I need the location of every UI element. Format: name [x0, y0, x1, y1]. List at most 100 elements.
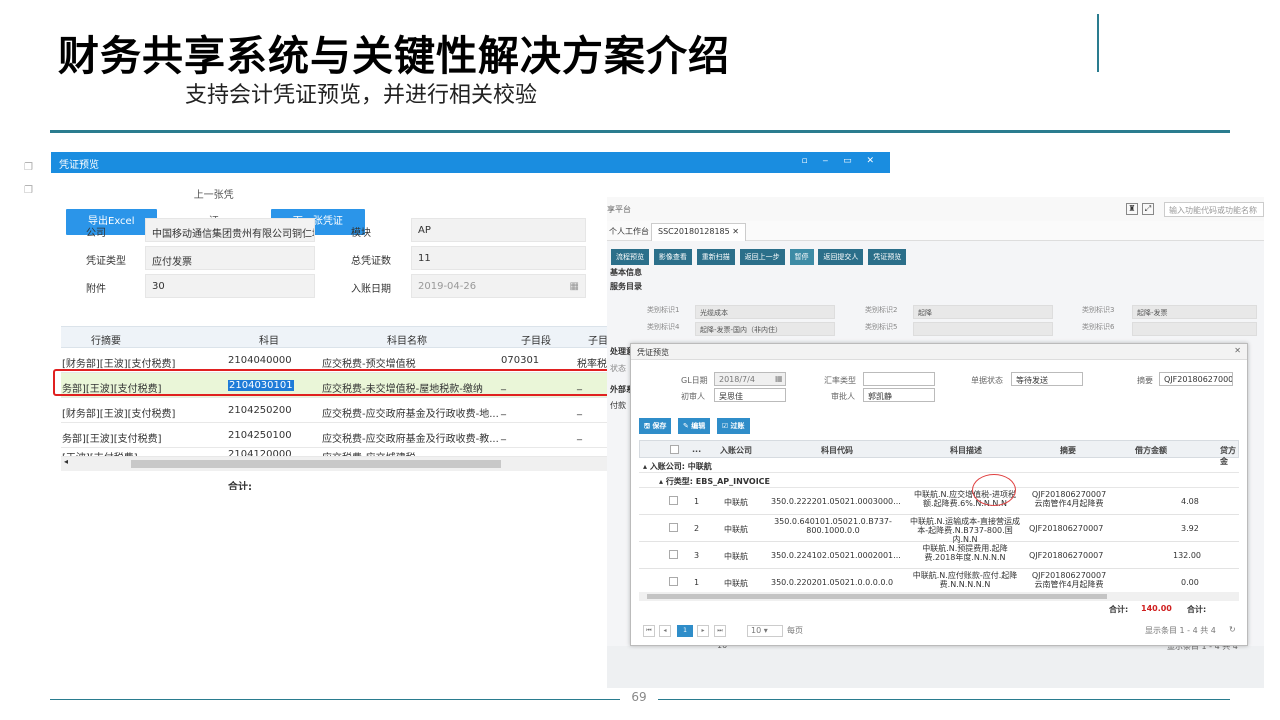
tab-workbench[interactable]: 个人工作台	[609, 226, 649, 237]
col-more[interactable]: ...	[692, 445, 701, 454]
copy-icon-2: ❐	[24, 185, 33, 196]
cat1-label: 类别标识1	[647, 306, 680, 314]
slide: 财务共享系统与关键性解决方案介绍 支持会计凭证预览，并进行相关校验 ❐ ❐ 凭证…	[0, 0, 1280, 720]
post-button[interactable]: ☑ 过账	[716, 418, 750, 434]
group-line-type-label: ▴ 行类型: EBS_AP_INVOICE	[659, 477, 771, 486]
prev-page-icon[interactable]: ◂	[659, 625, 671, 637]
memo-field[interactable]: QJF20180627000	[1159, 372, 1233, 386]
row-debit: 4.08	[1181, 497, 1199, 506]
back-step-button[interactable]: 返回上一步	[739, 249, 785, 265]
row-code: 350.0.640101.05021.0.B737-800.1000.0.0	[774, 517, 892, 535]
col-account[interactable]: 科目	[259, 332, 279, 347]
cat3-select[interactable]: 起降-发票	[1132, 305, 1257, 319]
entry-row[interactable]: 1 中联航 350.0.222201.05021.0003000... 中联航.…	[639, 488, 1239, 515]
group-company[interactable]: ▴ 入账公司: 中联航	[639, 458, 1239, 473]
expand-icon[interactable]: ⤢	[1142, 203, 1154, 215]
col-sub[interactable]: 子目	[588, 332, 608, 347]
entry-row[interactable]: 2 中联航 350.0.640101.05021.0.B737-800.1000…	[639, 515, 1239, 544]
platform-pager: 10 显示条目 1 - 4 共 4	[607, 641, 1264, 688]
function-search-input[interactable]: 输入功能代码或功能名称	[1164, 202, 1264, 217]
return-submitter-button[interactable]: 返回提交人	[818, 249, 864, 265]
row-checkbox[interactable]	[669, 523, 678, 532]
rate-type-field[interactable]	[863, 372, 935, 386]
category-filters: 类别标识1 光缆成本 类别标识2 起降 类别标识3 起降-发票 类别标识4 起降…	[647, 302, 1257, 336]
annotation-circle	[972, 474, 1016, 506]
cat1-select[interactable]: 光缆成本	[695, 305, 835, 319]
module-field[interactable]: AP	[411, 218, 586, 242]
attachments-field[interactable]: 30	[145, 274, 315, 298]
current-page[interactable]: 1	[677, 625, 693, 637]
horizontal-scrollbar[interactable]: ◂	[61, 457, 609, 471]
cat6-select[interactable]	[1132, 322, 1257, 336]
posting-date-field[interactable]: 2019-04-26 ▦	[411, 274, 586, 298]
next-page-icon[interactable]: ▸	[697, 625, 709, 637]
row-memo: QJF201806270007 云南管作4月起降费	[1031, 490, 1107, 508]
scrollbar-thumb[interactable]	[647, 594, 1107, 599]
sum-label: 合计:	[1109, 605, 1129, 614]
cat4-select[interactable]: 起降-发票-国内（非内住）	[695, 322, 835, 336]
row-checkbox[interactable]	[669, 496, 678, 505]
row-num: 2	[694, 524, 700, 533]
row-account: 2104040000	[228, 355, 292, 366]
platform-tabs: 个人工作台 SSC20180128185 ✕	[607, 221, 1264, 241]
select-all-checkbox[interactable]	[670, 445, 679, 454]
col-debit[interactable]: 借方金额	[1135, 445, 1167, 456]
reviewer-label: 初审人	[681, 392, 705, 401]
page-size-select[interactable]: 10 ▾	[747, 625, 783, 637]
cat4-label: 类别标识4	[647, 323, 680, 331]
row-memo: QJF201806270007	[1029, 524, 1104, 533]
window-controls[interactable]: ▫ ‒ ▭ ✕	[802, 156, 880, 166]
refresh-icon[interactable]: ↻	[1229, 625, 1236, 634]
total-vouchers-field[interactable]: 11	[411, 246, 586, 270]
tab-ssc-doc[interactable]: SSC20180128185 ✕	[651, 223, 746, 241]
image-view-button[interactable]: 影像查看	[653, 249, 692, 265]
doc-state-label: 单据状态	[971, 376, 1003, 385]
row-sub: _	[577, 405, 582, 416]
row-code: 350.0.224102.05021.0002001...	[771, 551, 901, 560]
last-page-icon[interactable]: ⏭	[714, 625, 726, 637]
edit-button[interactable]: ✎ 编辑	[677, 418, 711, 434]
approver-field[interactable]: 郭凯静	[863, 388, 935, 402]
voucher-preview-button[interactable]: 凭证预览	[868, 249, 907, 265]
edit-label: 编辑	[691, 422, 706, 430]
row-sub-segment: 070301	[501, 355, 540, 366]
scroll-left-icon[interactable]: ◂	[64, 457, 68, 466]
voucher-type-label: 凭证类型	[86, 256, 126, 267]
shirt-icon[interactable]: ♜	[1126, 203, 1138, 215]
col-company[interactable]: 入账公司	[720, 445, 752, 456]
entry-row[interactable]: 3 中联航 350.0.224102.05021.0002001... 中联航.…	[639, 542, 1239, 569]
prev-voucher-button[interactable]: 上一张凭证	[167, 183, 260, 227]
close-icon[interactable]: ✕	[1234, 346, 1241, 355]
row-sub-segment: _	[501, 405, 506, 416]
row-account-name: 应交税费-应交政府基金及行政收费-地...	[322, 409, 499, 420]
pause-button[interactable]: 暂停	[789, 249, 814, 265]
calendar-icon[interactable]: ▦	[570, 281, 579, 292]
col-account-name[interactable]: 科目名称	[387, 332, 427, 347]
doc-state-field[interactable]: 等待发送	[1011, 372, 1083, 386]
col-line-summary[interactable]: 行摘要	[91, 332, 121, 347]
company-label: 公司	[86, 228, 106, 239]
row-debit: 3.92	[1181, 524, 1199, 533]
company-field[interactable]: 中国移动通信集团贵州有限公司铜仁地区	[145, 218, 315, 242]
entry-grid-scrollbar[interactable]	[639, 592, 1239, 601]
scrollbar-thumb[interactable]	[131, 460, 501, 468]
group-line-type[interactable]: ▴ 行类型: EBS_AP_INVOICE	[639, 473, 1239, 488]
calendar-icon[interactable]: ▦	[775, 374, 783, 383]
sum-credit-label: 合计:	[1187, 605, 1207, 614]
row-checkbox[interactable]	[669, 550, 678, 559]
rescan-button[interactable]: 重新扫描	[696, 249, 735, 265]
row-summary: [财务部][王波][支付税费]	[62, 359, 176, 370]
cat2-select[interactable]: 起降	[913, 305, 1053, 319]
reviewer-field[interactable]: 吴思佳	[714, 388, 786, 402]
voucher-type-field[interactable]: 应付发票	[145, 246, 315, 270]
save-button[interactable]: 🖫 保存	[639, 418, 672, 434]
col-sub-segment[interactable]: 子目段	[521, 332, 551, 347]
first-page-icon[interactable]: ⏮	[643, 625, 655, 637]
row-checkbox[interactable]	[669, 577, 678, 586]
flow-preview-button[interactable]: 流程预览	[611, 249, 649, 265]
col-memo[interactable]: 摘要	[1060, 445, 1076, 456]
cat5-select[interactable]	[913, 322, 1053, 336]
col-account-desc[interactable]: 科目描述	[950, 445, 982, 456]
col-account-code[interactable]: 科目代码	[821, 445, 853, 456]
total-vouchers-label: 总凭证数	[351, 256, 391, 267]
